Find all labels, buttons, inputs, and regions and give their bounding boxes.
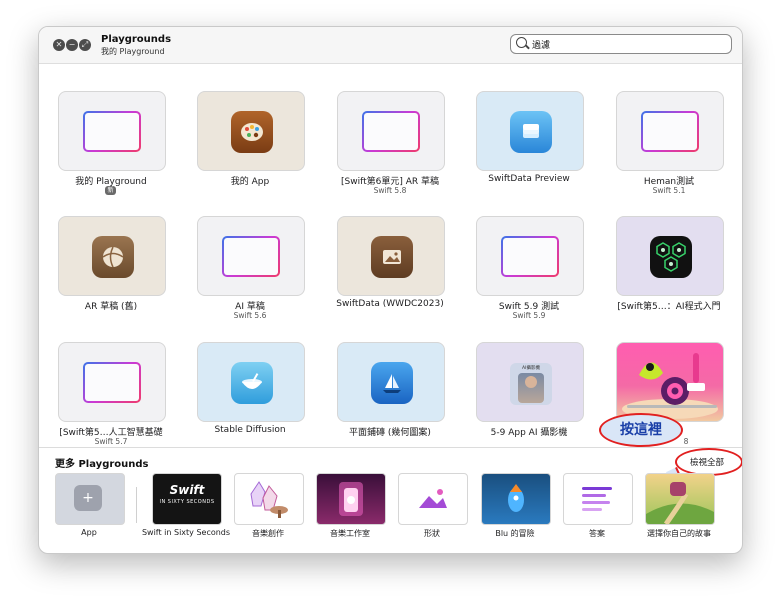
- swiftdata-icon: [510, 111, 552, 153]
- more-item-label: Blu 的冒險: [495, 529, 535, 538]
- playground-tile[interactable]: [197, 216, 305, 296]
- playground-document-icon: [222, 236, 280, 277]
- playground-document-icon: [83, 111, 141, 152]
- playground-document-icon: [362, 111, 420, 152]
- playground-tile[interactable]: AI攝影機: [476, 342, 584, 422]
- photo-icon: [371, 236, 413, 278]
- swift-logo-subtext: IN SIXTY SECONDS: [159, 499, 215, 505]
- swift-version: Swift 5.7: [94, 437, 128, 446]
- swift-sixty-thumb[interactable]: Swift IN SIXTY SECONDS: [152, 473, 222, 525]
- playground-document-icon: [641, 111, 699, 152]
- playground-grid: 我的 Playground 新 我的 App [Swift第6單元] AR 草稿…: [39, 64, 742, 483]
- swift-version: Swift 5.8: [373, 186, 407, 195]
- playground-tile[interactable]: [197, 342, 305, 422]
- more-item-label: 選擇你自己的故事: [647, 529, 711, 538]
- playground-tile[interactable]: [58, 342, 166, 422]
- plus-icon: +: [74, 485, 102, 511]
- music-creation-thumb[interactable]: [234, 473, 304, 525]
- playground-tile[interactable]: [616, 216, 724, 296]
- section-divider: [39, 447, 742, 448]
- playground-tile[interactable]: [337, 91, 445, 171]
- swift-version: Swift 5.9: [512, 311, 546, 320]
- preview-caption: AI攝影機: [522, 366, 540, 371]
- more-item-label: App: [81, 528, 97, 537]
- playground-tile[interactable]: [616, 342, 724, 422]
- more-playgrounds-title: 更多 Playgrounds: [55, 459, 149, 470]
- blu-character-icon: [508, 484, 524, 512]
- swift-logo-text: Swift: [169, 483, 205, 497]
- more-item-label: 形狀: [424, 529, 440, 538]
- playground-label: 我的 App: [230, 177, 270, 187]
- minimize-button[interactable]: −: [66, 39, 78, 51]
- list-icon: [582, 487, 612, 511]
- playground-label: AR 草稿 (舊): [84, 302, 138, 312]
- hexagon-pattern-icon: [650, 236, 692, 278]
- new-app-thumb[interactable]: +: [55, 473, 125, 525]
- playground-tile[interactable]: [476, 216, 584, 296]
- blu-adventure-thumb[interactable]: [481, 473, 551, 525]
- playground-tile[interactable]: [58, 91, 166, 171]
- playground-label: Stable Diffusion: [214, 425, 286, 435]
- story-path-icon: [646, 482, 714, 524]
- playground-document-icon: [83, 362, 141, 403]
- playground-label: SwiftData Preview: [488, 174, 570, 184]
- more-item-label: 音樂創作: [252, 529, 284, 538]
- sailboat-icon: [371, 362, 413, 404]
- close-button[interactable]: ✕: [53, 39, 65, 51]
- answers-thumb[interactable]: [563, 473, 633, 525]
- title-bar: ✕ − ⤢ Playgrounds 我的 Playground: [39, 27, 742, 64]
- ball-icon: [92, 236, 134, 278]
- more-item-label: 音樂工作室: [330, 529, 370, 538]
- playground-tile[interactable]: [337, 216, 445, 296]
- portal-art-icon: [339, 482, 363, 516]
- crystal-art-icon: [250, 481, 288, 518]
- palette-icon: [231, 111, 273, 153]
- music-studio-thumb[interactable]: [316, 473, 386, 525]
- search-input[interactable]: [530, 36, 724, 52]
- window-subtitle: 我的 Playground: [101, 47, 165, 56]
- image-shape-icon: [417, 486, 449, 510]
- playground-tile[interactable]: [616, 91, 724, 171]
- bowl-icon: [231, 362, 273, 404]
- playground-document-icon: [501, 236, 559, 277]
- strip-separator: [136, 487, 137, 523]
- swift-version: Swift 5.6: [233, 311, 267, 320]
- search-field[interactable]: [510, 34, 732, 54]
- playground-label: 平面鋪磚 (幾何圖案): [349, 428, 431, 438]
- zoom-button[interactable]: ⤢: [79, 39, 91, 51]
- shapes-thumb[interactable]: [398, 473, 468, 525]
- camera-preview-image: AI攝影機: [510, 363, 552, 405]
- playground-label: 5-9 App AI 攝影機: [490, 428, 568, 438]
- playground-label: SwiftData (WWDC2023): [336, 299, 444, 309]
- choose-story-thumb[interactable]: [645, 473, 715, 525]
- playground-label: [Swift第5…：AI程式入門: [617, 302, 721, 312]
- playground-tile[interactable]: [337, 342, 445, 422]
- new-badge: 新: [105, 186, 116, 195]
- search-icon: [516, 37, 527, 48]
- playground-tile[interactable]: [197, 91, 305, 171]
- view-all-link[interactable]: 檢視全部: [690, 456, 724, 468]
- annotation-callout: 按這裡: [599, 413, 683, 447]
- swift-version: Swift 5.1: [652, 186, 686, 195]
- playgrounds-window: ✕ − ⤢ Playgrounds 我的 Playground 我的 Playg…: [38, 26, 743, 554]
- playground-tile[interactable]: [476, 91, 584, 171]
- more-item-label: Swift in Sixty Seconds: [141, 528, 231, 537]
- playground-tile[interactable]: [58, 216, 166, 296]
- more-item-label: 答案: [589, 529, 605, 538]
- snail-artwork: [622, 353, 718, 419]
- window-title: Playgrounds: [101, 34, 172, 45]
